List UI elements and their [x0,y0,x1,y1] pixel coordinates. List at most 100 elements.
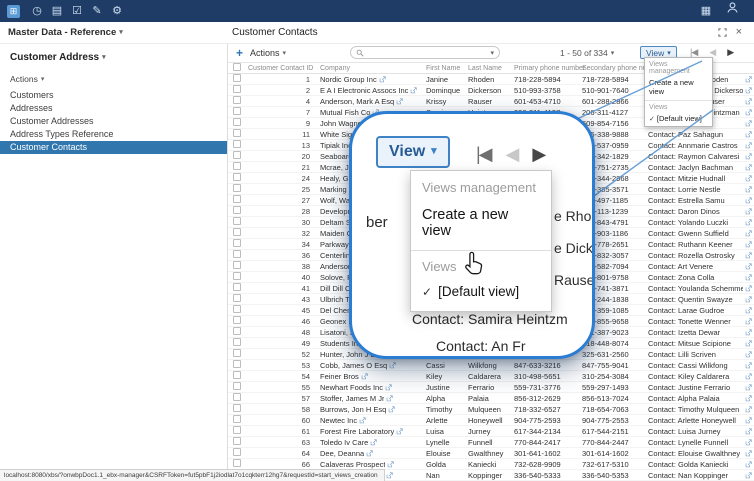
open-record-icon[interactable] [396,428,403,435]
open-record-icon[interactable] [745,384,752,391]
tasks-icon[interactable]: ☑ [67,0,87,22]
column-header[interactable]: Secondary phone number [582,65,648,72]
row-checkbox[interactable] [233,426,241,434]
open-record-icon[interactable] [385,384,392,391]
open-record-icon[interactable] [745,142,752,149]
open-record-icon[interactable] [745,164,752,171]
open-record-icon[interactable] [745,197,752,204]
dataset-selector[interactable]: Customer Address▾ [10,52,227,63]
open-record-icon[interactable] [745,175,752,182]
workspace-selector[interactable]: Master Data - Reference▾ [8,27,123,38]
column-header[interactable]: First Name [426,65,468,72]
sidebar-item-customers[interactable]: Customers [0,89,227,102]
row-checkbox[interactable] [233,206,241,214]
menu-item-default-view[interactable]: ✓ [Default view] [645,112,712,126]
row-checkbox[interactable] [233,184,241,192]
open-record-icon[interactable] [745,263,752,270]
row-checkbox[interactable] [233,173,241,181]
open-record-icon[interactable] [745,428,752,435]
open-record-icon[interactable] [387,461,394,468]
open-record-icon[interactable] [361,373,368,380]
expand-icon[interactable] [718,28,727,37]
row-checkbox[interactable] [233,382,241,390]
open-record-icon[interactable] [745,241,752,248]
open-record-icon[interactable] [745,219,752,226]
row-checkbox[interactable] [233,85,241,93]
open-record-icon[interactable] [389,362,396,369]
open-record-icon[interactable] [370,439,377,446]
row-checkbox[interactable] [233,437,241,445]
row-checkbox[interactable] [233,393,241,401]
open-record-icon[interactable] [745,153,752,160]
open-record-icon[interactable] [386,395,393,402]
table-row[interactable]: 61Forest Fire LaboratoryLuisaJurney617-3… [228,426,754,437]
open-record-icon[interactable] [745,439,752,446]
select-all-checkbox[interactable] [233,63,241,71]
open-record-icon[interactable] [745,318,752,325]
row-checkbox[interactable] [233,448,241,456]
row-checkbox[interactable] [233,294,241,302]
history-icon[interactable]: ◷ [27,0,47,22]
grid-icon[interactable]: ▦ [698,0,714,22]
row-checkbox[interactable] [233,195,241,203]
row-checkbox[interactable] [233,162,241,170]
open-record-icon[interactable] [745,340,752,347]
sidebar-item-addresses[interactable]: Addresses [0,102,227,115]
column-header[interactable]: Customer Contact ID [248,65,314,72]
open-record-icon[interactable] [366,450,373,457]
app-launcher-icon[interactable]: ⊞ [7,5,20,18]
row-checkbox[interactable] [233,250,241,258]
open-record-icon[interactable] [745,131,752,138]
row-checkbox[interactable] [233,239,241,247]
row-checkbox[interactable] [233,272,241,280]
open-record-icon[interactable] [396,98,403,105]
open-record-icon[interactable] [745,76,752,83]
row-checkbox[interactable] [233,283,241,291]
user-icon[interactable] [724,0,740,22]
open-record-icon[interactable] [745,274,752,281]
open-record-icon[interactable] [745,329,752,336]
column-header[interactable]: Company [314,65,426,72]
row-checkbox[interactable] [233,459,241,467]
select-all-header[interactable] [228,63,248,73]
open-record-icon[interactable] [379,76,386,83]
table-row[interactable]: 60Newtec IncArletteHoneywell904-775-2593… [228,415,754,426]
table-row[interactable]: 54Feiner BrosKileyCaldarera310-498-56513… [228,371,754,382]
open-record-icon[interactable] [745,351,752,358]
open-record-icon[interactable] [745,252,752,259]
column-header[interactable]: Primary phone number [514,65,582,72]
open-record-icon[interactable] [745,208,752,215]
row-checkbox[interactable] [233,360,241,368]
edit-icon[interactable]: ✎ [87,0,107,22]
open-record-icon[interactable] [745,406,752,413]
table-row[interactable]: 63Toledo Iv CareLynelleFunnell770-844-24… [228,437,754,448]
row-checkbox[interactable] [233,338,241,346]
search-box[interactable]: ▾ [350,46,500,59]
table-row[interactable]: 55Newhart Foods IncJustineFerrario559-73… [228,382,754,393]
data-models-icon[interactable]: ▤ [47,0,67,22]
open-record-icon[interactable] [386,472,393,479]
row-checkbox[interactable] [233,151,241,159]
menu-item-create-new-view[interactable]: Create a new view [645,76,712,99]
open-record-icon[interactable] [745,450,752,457]
open-record-icon[interactable] [359,417,366,424]
open-record-icon[interactable] [745,362,752,369]
row-checkbox[interactable] [233,327,241,335]
chevron-down-icon[interactable]: ▾ [490,49,494,57]
open-record-icon[interactable] [745,307,752,314]
row-checkbox[interactable] [233,74,241,82]
column-header[interactable]: Last Name [468,65,514,72]
open-record-icon[interactable] [745,230,752,237]
table-row[interactable]: 58Burrows, Jon H EsqTimothyMulqueen718-3… [228,404,754,415]
row-checkbox[interactable] [233,371,241,379]
close-icon[interactable]: × [736,27,742,38]
row-checkbox[interactable] [233,140,241,148]
sidebar-item-customer-addresses[interactable]: Customer Addresses [0,115,227,128]
sidebar-actions-button[interactable]: Actions▾ [10,74,227,84]
row-checkbox[interactable] [233,129,241,137]
row-checkbox[interactable] [233,118,241,126]
open-record-icon[interactable] [745,109,752,116]
row-checkbox[interactable] [233,305,241,313]
open-record-icon[interactable] [745,186,752,193]
row-checkbox[interactable] [233,217,241,225]
